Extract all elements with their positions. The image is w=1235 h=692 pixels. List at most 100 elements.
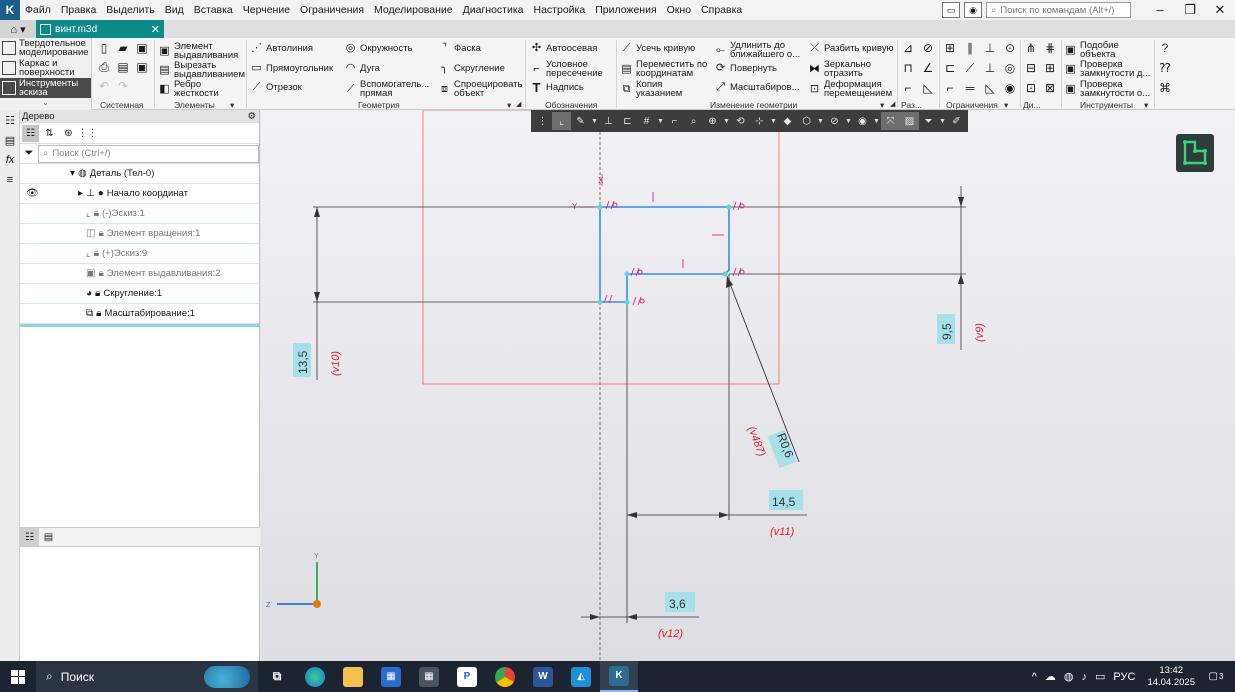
split-curve-button[interactable]: ⤫ Разбить кривую (808, 43, 894, 54)
rotate-button[interactable]: ⟳ Повернуть (714, 63, 777, 74)
tree-list-tab-icon[interactable]: ▤ (39, 528, 58, 546)
kompas-button[interactable]: K (600, 661, 638, 692)
context-help-icon[interactable]: ⁇ (1157, 60, 1173, 76)
tray-cloud-icon[interactable]: ☁ (1045, 670, 1056, 683)
auto-axis-button[interactable]: ✣ Автоосевая (530, 43, 598, 54)
tab-close-icon[interactable]: ✕ (151, 23, 160, 36)
text-label-button[interactable]: T Надпись (530, 81, 584, 94)
dropdown-arrow-icon[interactable]: ▼ (872, 118, 881, 125)
equal-icon[interactable]: ═ (962, 80, 978, 96)
constraints-view-icon[interactable]: ⊏ (618, 112, 637, 130)
word-button[interactable]: W (524, 661, 562, 692)
exit-sketch-icon[interactable] (1176, 134, 1214, 172)
tree-view-structure-icon[interactable]: ☷ (22, 124, 39, 142)
tree-row-sketch-1[interactable]: ⌞ 🔒︎ (-)Эскиз:1 (20, 204, 259, 224)
layers-icon[interactable]: ≡ (0, 170, 20, 190)
vertical-icon[interactable]: ⊥ (982, 60, 998, 76)
diag-icon-2[interactable]: ⋕ (1042, 40, 1058, 56)
rib-button[interactable]: ◧ Ребро жесткости (158, 80, 246, 99)
shaded-view-icon[interactable]: ◆ (778, 112, 797, 130)
eyedropper-icon[interactable]: ✐ (947, 112, 966, 130)
section-icon[interactable]: ⤧ (881, 112, 900, 130)
auto-dimension-icon[interactable]: ◺ (920, 80, 936, 96)
taskbar-search[interactable]: ⌕ Поиск (36, 661, 258, 692)
app-logo-icon[interactable]: K (0, 0, 20, 20)
redo-icon[interactable]: ↷ (115, 78, 131, 94)
check-closure-2-button[interactable]: ▣ Проверка замкнутости о... (1064, 80, 1164, 99)
view-mode-icon[interactable]: ⬡ (797, 112, 816, 130)
open-folder-icon[interactable]: ▰ (115, 40, 131, 56)
symmetry-icon[interactable]: ◺ (982, 80, 998, 96)
minimize-icon[interactable]: – (1145, 0, 1175, 20)
tray-overflow-icon[interactable]: ^ (1032, 671, 1037, 683)
tree-row-extrude[interactable]: ▣ 🔒︎ Элемент выдавливания:2 (20, 264, 259, 284)
scale-button[interactable]: ⤢ Масштабиров... (714, 82, 799, 93)
copy-by-pointing-button[interactable]: ⧉ Копия указанием (620, 80, 706, 99)
radial-dimension-icon[interactable]: ⌐ (900, 80, 916, 96)
horizontal-icon[interactable]: ⊏ (942, 60, 958, 76)
tree-panel-icon[interactable]: ☷ (0, 110, 20, 130)
project-object-button[interactable]: ⧈ Спроецировать объект (438, 80, 526, 99)
hide-icon[interactable]: ⊘ (825, 112, 844, 130)
calculator-button[interactable]: ▦ (410, 661, 448, 692)
concentric-icon[interactable]: ◎ (1002, 60, 1018, 76)
parallel-icon[interactable]: ∥ (962, 40, 978, 56)
tree-structure-tab-icon[interactable]: ☷ (20, 528, 39, 546)
auxiliary-line-button[interactable]: ⟋ Вспомогатель... прямая (344, 80, 430, 99)
tree-view-order-icon[interactable]: ⇅ (41, 125, 58, 142)
grid-icon[interactable]: # (637, 112, 656, 130)
rotate-view-icon[interactable]: ⟲ (731, 112, 750, 130)
tangent-icon[interactable]: ⊙ (1002, 40, 1018, 56)
diag-icon-6[interactable]: ⊠ (1042, 80, 1058, 96)
dropdown-arrow-icon[interactable]: ▼ (938, 118, 947, 125)
dropdown-arrow-icon[interactable]: ▼ (816, 118, 825, 125)
camera-icon[interactable]: ◉ (853, 112, 872, 130)
mode-wireframe-surfaces[interactable]: Каркас и поверхности (0, 58, 91, 78)
extrude-element-button[interactable]: ▣ Элемент выдавливания (158, 42, 246, 61)
document-tab[interactable]: винт.m3d ✕ (36, 20, 164, 38)
edge-button[interactable] (296, 661, 334, 692)
save-icon[interactable]: ▣ (134, 40, 150, 56)
cut-extrude-button[interactable]: ▤ Вырезать выдавливанием (158, 61, 246, 80)
filter-icon[interactable]: ⏷ (20, 147, 38, 160)
tree-splitter[interactable] (20, 324, 259, 327)
tray-battery-icon[interactable]: ▭ (1095, 670, 1105, 683)
screenshot-icon[interactable]: ◉ (964, 2, 982, 18)
chamfer-button[interactable]: ⌝ Фаска (438, 43, 481, 54)
trim-curve-button[interactable]: ⟋ Усечь кривую (620, 43, 695, 54)
menu-icon[interactable]: ⋮ (533, 112, 552, 130)
menu-applications[interactable]: Приложения (590, 0, 661, 20)
modes-expand-icon[interactable]: ⌄ (0, 98, 91, 107)
diag-icon-5[interactable]: ⊡ (1023, 80, 1039, 96)
zoom-fit-icon[interactable]: ⊕ (703, 112, 722, 130)
tray-network-icon[interactable]: ◍ (1064, 670, 1074, 683)
tree-row-fillet[interactable]: ◕ 🔒︎ Скругление:1 (20, 284, 259, 304)
linear-dimension-icon[interactable]: ⊓ (900, 60, 916, 76)
coincident-icon[interactable]: ⌐ (942, 80, 958, 96)
properties-icon[interactable]: ▤ (0, 130, 20, 150)
dropdown-arrow-icon[interactable]: ▼ (844, 118, 853, 125)
menu-select[interactable]: Выделить (101, 0, 159, 20)
perpendicular-icon[interactable]: ⊥ (982, 40, 998, 56)
arc-button[interactable]: ◠ Дуга (344, 63, 380, 74)
menu-view[interactable]: Вид (160, 0, 189, 20)
dropdown-arrow-icon[interactable]: ▼ (722, 118, 731, 125)
angular-dimension-icon[interactable]: ∠ (920, 60, 936, 76)
restore-icon[interactable]: ❐ (1175, 0, 1205, 20)
ribbon-settings-icon[interactable]: ⌘ (1157, 80, 1173, 96)
print-icon[interactable]: ⎙ (96, 59, 112, 75)
tree-search-input[interactable]: ⌕ Поиск (Ctrl+/) (38, 144, 259, 163)
undo-icon[interactable]: ↶ (96, 78, 112, 94)
start-button[interactable] (0, 661, 36, 692)
expand-arrow-icon[interactable]: ▾ (70, 168, 75, 179)
tray-lang[interactable]: РУС (1113, 671, 1135, 683)
menu-modeling[interactable]: Моделирование (369, 0, 458, 20)
mode-sketch-tools[interactable]: Инструменты эскиза (0, 78, 91, 98)
filter-icon[interactable]: ⏷ (919, 112, 938, 130)
close-icon[interactable]: ✕ (1205, 0, 1235, 20)
diag-icon-1[interactable]: ⋔ (1023, 40, 1039, 56)
point-on-curve-icon[interactable]: ◉ (1002, 80, 1018, 96)
app-blue-button[interactable]: ◭ (562, 661, 600, 692)
menu-edit[interactable]: Правка (56, 0, 101, 20)
collinear-icon[interactable]: ⟋ (962, 60, 978, 76)
